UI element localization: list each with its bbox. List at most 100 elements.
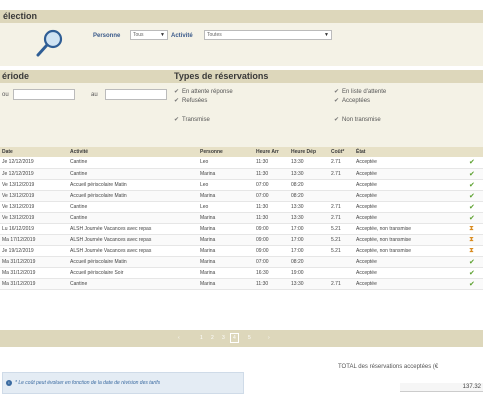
date-from-input[interactable] xyxy=(13,89,75,100)
activite-value: Toutes xyxy=(207,32,222,38)
type-checkbox-acceptees[interactable]: ✔ Acceptées xyxy=(334,98,370,105)
table-cell: Acceptée xyxy=(354,256,467,268)
chevron-down-icon: ▼ xyxy=(160,32,165,38)
selection-panel: Personne Tous ▼ Activité Toutes ▼ xyxy=(0,23,483,66)
column-header[interactable]: Heure Dép xyxy=(289,147,329,157)
table-cell: Cantine xyxy=(68,278,198,290)
column-header[interactable]: État xyxy=(354,147,467,157)
table-header-row: Date Activité Personne Heure Arr Heure D… xyxy=(0,147,483,157)
page-button[interactable]: 1 xyxy=(200,335,203,341)
table-cell: 2.71 xyxy=(329,201,354,213)
table-cell: 2.71 xyxy=(329,157,354,169)
type-checkbox-transmise[interactable]: ✔ Transmise xyxy=(174,117,210,124)
total-label: TOTAL des réservations acceptées (€ xyxy=(338,364,439,370)
check-icon: ✔ xyxy=(174,98,180,104)
table-cell: 17:00 xyxy=(289,234,329,246)
table-cell: Leo xyxy=(198,179,254,191)
check-icon: ✔ xyxy=(469,269,475,277)
table-cell: Accueil périscolaire Matin xyxy=(68,179,198,191)
periode-title: ériode xyxy=(2,71,30,81)
search-icon[interactable] xyxy=(34,27,66,59)
table-cell: Acceptée xyxy=(354,179,467,191)
table-cell: Ma 31/12/2019 xyxy=(0,267,68,279)
table-cell: Cantine xyxy=(68,201,198,213)
table-row: Je 19/12/2019 ALSH Journée Vacances avec … xyxy=(0,245,483,257)
to-label: au xyxy=(91,92,98,98)
table-cell xyxy=(329,256,354,268)
info-icon: i xyxy=(6,380,12,386)
table-row: Ve 13/12/2019 Cantine Marina 11:30 13:30 2.71… xyxy=(0,212,483,224)
type-label: En liste d'attente xyxy=(342,89,387,95)
table-cell: 07:00 xyxy=(254,190,289,202)
column-header[interactable]: Activité xyxy=(68,147,198,157)
column-header[interactable]: Coût* xyxy=(329,147,354,157)
table-cell: Acceptée, non transmise xyxy=(354,234,467,246)
type-checkbox-refusees[interactable]: ✔ Refusées xyxy=(174,98,207,105)
table-cell: 2.71 xyxy=(329,212,354,224)
prev-page-button[interactable]: ‹ xyxy=(178,335,180,341)
table-cell: Marina xyxy=(198,168,254,180)
page-button-current[interactable]: 4 xyxy=(230,333,239,343)
table-cell: 08:20 xyxy=(289,256,329,268)
check-icon: ✔ xyxy=(469,280,475,288)
table-cell: 17:00 xyxy=(289,245,329,257)
hourglass-icon: ⧗ xyxy=(469,235,474,243)
check-icon: ✔ xyxy=(469,170,475,178)
table-cell: Acceptée, non transmise xyxy=(354,223,467,235)
table-cell: 09:00 xyxy=(254,245,289,257)
check-icon: ✔ xyxy=(334,89,340,95)
type-checkbox-non-transmise[interactable]: ✔ Non transmise xyxy=(334,117,381,124)
table-cell: Marina xyxy=(198,212,254,224)
column-header[interactable]: Date xyxy=(0,147,68,157)
table-cell: 13:30 xyxy=(289,201,329,213)
page-button[interactable]: 5 xyxy=(248,335,251,341)
table-cell: Acceptée xyxy=(354,212,467,224)
personne-label: Personne xyxy=(93,33,121,39)
table-cell: Acceptée xyxy=(354,201,467,213)
check-icon: ✔ xyxy=(469,192,475,200)
column-header[interactable]: Personne xyxy=(198,147,254,157)
table-cell: Ve 13/12/2019 xyxy=(0,201,68,213)
table-cell: 09:00 xyxy=(254,223,289,235)
type-checkbox-liste-attente[interactable]: ✔ En liste d'attente xyxy=(334,89,386,96)
table-cell: 11:30 xyxy=(254,212,289,224)
table-cell: 08:20 xyxy=(289,190,329,202)
personne-value: Tous xyxy=(133,32,144,38)
from-label: ou xyxy=(2,92,9,98)
table-cell xyxy=(329,190,354,202)
table-cell: 5.21 xyxy=(329,245,354,257)
table-row: Ve 13/12/2019 Accueil périscolaire Matin M… xyxy=(0,190,483,202)
table-cell: Je 19/12/2019 xyxy=(0,245,68,257)
table-cell: 11:30 xyxy=(254,201,289,213)
type-label: Non transmise xyxy=(342,117,381,123)
activite-select[interactable]: Toutes ▼ xyxy=(204,30,332,40)
check-icon: ✔ xyxy=(334,117,340,123)
page-button[interactable]: 2 xyxy=(211,335,214,341)
column-header[interactable]: Heure Arr xyxy=(254,147,289,157)
table-cell: Acceptée xyxy=(354,168,467,180)
type-label: En attente réponse xyxy=(182,89,233,95)
table-cell: 09:00 xyxy=(254,234,289,246)
selection-title: élection xyxy=(3,11,38,21)
table-cell: 08:20 xyxy=(289,179,329,191)
page-button[interactable]: 3 xyxy=(222,335,225,341)
status-icon-cell: ✔ xyxy=(467,256,483,268)
table-cell: 2.71 xyxy=(329,168,354,180)
personne-select[interactable]: Tous ▼ xyxy=(130,30,168,40)
table-cell: 5.21 xyxy=(329,223,354,235)
type-checkbox-attente[interactable]: ✔ En attente réponse xyxy=(174,89,233,96)
next-page-button[interactable]: › xyxy=(268,335,270,341)
table-cell: Lu 16/12/2019 xyxy=(0,223,68,235)
table-cell: Marina xyxy=(198,256,254,268)
table-cell: Cantine xyxy=(68,212,198,224)
table-row: Ma 31/12/2019 Accueil périscolaire Matin M… xyxy=(0,256,483,268)
table-row: Ma 31/12/2019 Accueil périscolaire Soir Ma… xyxy=(0,267,483,279)
table-cell: Marina xyxy=(198,234,254,246)
status-icon-cell: ✔ xyxy=(467,190,483,202)
table-cell xyxy=(329,267,354,279)
type-label: Refusées xyxy=(182,98,208,104)
date-to-input[interactable] xyxy=(105,89,167,100)
table-row: Ve 13/12/2019 Cantine Leo 11:30 13:30 2.71 Acc… xyxy=(0,201,483,213)
table-cell: Leo xyxy=(198,157,254,169)
table-cell: 13:30 xyxy=(289,168,329,180)
